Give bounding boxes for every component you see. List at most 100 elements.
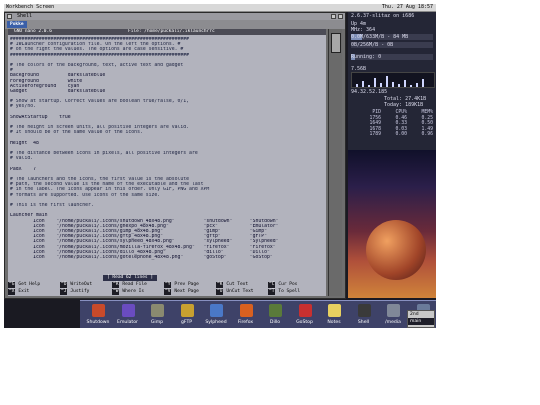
shortcut-key: ^K: [216, 282, 224, 288]
shortcut-exit[interactable]: ^X Exit: [8, 289, 29, 295]
file-line: Icon "/home/puckali/.icons/gotelephone_4…: [10, 254, 273, 260]
shortcut-label: Next Page: [174, 289, 199, 294]
shortcut-key: ^W: [112, 289, 120, 295]
shell-tab-bar: Pokke: [5, 20, 345, 29]
shortcut-next-page[interactable]: ^V Next Page: [164, 289, 199, 295]
notes-icon: [328, 304, 341, 317]
file-line: Icon "/home/puckali/.icons/shutdown_48x4…: [10, 218, 279, 224]
gftp-icon: [180, 304, 194, 317]
dock-item-media[interactable]: /media: [379, 303, 407, 328]
shortcut-key: ^C: [268, 282, 276, 288]
launcher-dock: Shutdown Emulator Gimp gFTP Sylpheed Firefox D…: [80, 300, 436, 328]
shortcut-read-file[interactable]: ^R Read File: [112, 282, 147, 288]
load-spike: [386, 76, 388, 87]
processes-label: Running: 0: [351, 54, 382, 60]
window-title: Shell: [17, 13, 33, 19]
close-icon[interactable]: [7, 14, 12, 19]
process-table: PID CPU% MEM% 1756 0.46 0.25 1649 0.33 0.50 1678 0…: [351, 110, 435, 138]
clock: Thu. 27 Aug 18:57: [381, 4, 433, 10]
shortcut-where-is[interactable]: ^W Where Is: [112, 289, 144, 295]
shortcut-cut-text[interactable]: ^K Cut Text: [216, 282, 248, 288]
shortcut-writeout[interactable]: ^O WriteOut: [60, 282, 92, 288]
wallpaper: [348, 150, 436, 298]
dock-item-shutdown[interactable]: Shutdown: [84, 303, 112, 328]
tab-pokke[interactable]: Pokke: [7, 21, 27, 28]
shell-titlebar[interactable]: Shell: [5, 13, 345, 20]
file-content[interactable]: ########################################…: [10, 37, 322, 260]
dock-item-gostop[interactable]: GoStop: [291, 303, 319, 328]
terminal-area[interactable]: GNU nano 2.0.6 File: /home/puckali/.ikla…: [8, 29, 326, 296]
shortcut-key: ^U: [216, 289, 224, 295]
scrollbar-thumb[interactable]: [331, 33, 341, 53]
net-today: Today: 189K1B: [384, 102, 424, 108]
load-spike: [374, 78, 376, 87]
load-spike: [368, 85, 370, 87]
shortcut-key: ^O: [60, 282, 68, 288]
emulator-icon: [121, 304, 135, 317]
process-cell: 0.00: [395, 132, 407, 137]
shortcut-label: Exit: [18, 289, 30, 294]
gostop-icon: [298, 304, 312, 317]
sylpheed-icon: [210, 304, 223, 317]
host-label: 2.6.37-slitaz on i686: [351, 13, 415, 19]
gkrellm-monitor: 2.6.37-slitaz on i686 Up 4m MHz: 364 0.0…: [348, 12, 436, 150]
process-cell: 0.96: [421, 132, 433, 137]
shortcut-cur-pos[interactable]: ^C Cur Pos: [268, 282, 297, 288]
shortcut-label: Justify: [70, 289, 90, 294]
nano-header: GNU nano 2.0.6 File: /home/puckali/.ikla…: [8, 29, 326, 35]
workspace-main[interactable]: main: [408, 318, 434, 325]
workspace-switcher[interactable]: 2nd main: [407, 310, 435, 328]
shortcut-label: Read File: [122, 282, 147, 287]
nano-version: GNU nano 2.0.6: [14, 29, 52, 34]
load-spike: [410, 85, 412, 87]
nano-file: File: /home/puckali/.iklaunchrrc: [128, 29, 215, 34]
dock-item-firefox[interactable]: Firefox: [232, 303, 260, 328]
load-spike: [398, 84, 400, 87]
load-graph: [351, 72, 435, 88]
process-cell: 1789: [369, 132, 381, 137]
dock-item-dillo[interactable]: Dillo: [261, 303, 289, 328]
file-line: Icon "/home/puckali/.icons/sylpheed_48x4…: [10, 239, 279, 245]
shortcut-key: ^R: [112, 282, 120, 288]
firefox-icon: [239, 304, 253, 317]
load-spike: [404, 80, 406, 87]
load-spike: [416, 83, 418, 87]
workbench-title: Workbench Screen: [6, 4, 55, 10]
zoom-icon[interactable]: [331, 14, 336, 19]
depth-icon[interactable]: [338, 14, 343, 19]
ip-label: 94.32.52.185: [351, 89, 388, 95]
process-row: 1789 0.00 0.96: [351, 132, 435, 138]
dock-item-notes[interactable]: Notes: [320, 303, 348, 328]
shortcut-label: Cur Pos: [278, 282, 298, 287]
dock-item-gimp[interactable]: Gimp: [143, 303, 171, 328]
load-spike: [356, 84, 358, 87]
swap-label: 0B/256M/B - 0B: [351, 42, 394, 48]
file-line: Icon "/home/puckali/.icons/mozilla-firef…: [10, 244, 276, 250]
shortcut-key: ^J: [60, 289, 68, 295]
media-icon: [387, 304, 400, 317]
load-spike: [380, 83, 382, 87]
shortcut-uncut-text[interactable]: ^U UnCut Text: [216, 289, 254, 295]
shortcut-label: WriteOut: [70, 282, 93, 287]
workspace-2nd[interactable]: 2nd: [408, 311, 434, 318]
desktop-screen: Workbench Screen Thu. 27 Aug 18:57 Shell…: [4, 4, 436, 328]
shortcut-prev-page[interactable]: ^Y Prev Page: [164, 282, 199, 288]
nano-shortcuts: ^G Get Help ^O WriteOut ^R Read File ^Y Prev Pa…: [8, 282, 326, 296]
workbench-title-bar[interactable]: Workbench Screen Thu. 27 Aug 18:57: [4, 4, 436, 12]
load-spike: [392, 82, 394, 87]
shutdown-icon: [92, 304, 105, 317]
shortcut-to-spell[interactable]: ^T To Spell: [268, 289, 300, 295]
scrollbar[interactable]: [328, 29, 342, 296]
shortcut-key: ^T: [268, 289, 276, 295]
dock-item-sylpheed[interactable]: Sylpheed: [202, 303, 230, 328]
dock-item-emulator[interactable]: Emulator: [114, 303, 142, 328]
shortcut-get-help[interactable]: ^G Get Help: [8, 282, 40, 288]
mem-label: 0.0M/633M/B - 84 MB: [351, 34, 409, 40]
shortcut-key: ^Y: [164, 282, 172, 288]
dock-item-gftp[interactable]: gFTP: [173, 303, 201, 328]
dillo-icon: [269, 304, 282, 317]
dock-item-shell[interactable]: Shell: [350, 303, 378, 328]
shortcut-key: ^X: [8, 289, 16, 295]
shortcut-justify[interactable]: ^J Justify: [60, 289, 89, 295]
shell-window[interactable]: Shell Pokke GNU nano 2.0.6 File: /home/p…: [4, 12, 346, 299]
